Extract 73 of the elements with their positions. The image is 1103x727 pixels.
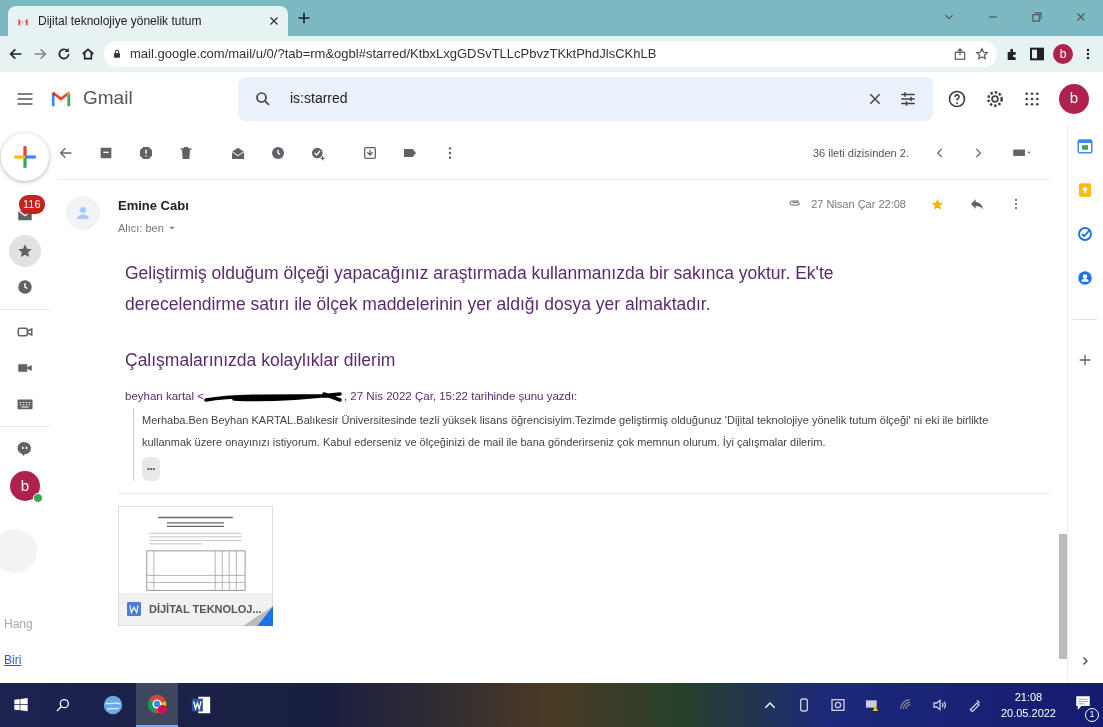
body-paragraph: Geliştirmiş olduğum ölçeği yapacağınız araştırmada kullanmanızda bir sakınca yoktur. Ek'te derecelendirme satırı ile ölçek maddelerinin yer aldığı dosya yer almaktadır. bbox=[125, 262, 835, 316]
archive-icon[interactable] bbox=[98, 145, 114, 161]
notification-count: 1 bbox=[1085, 707, 1099, 722]
body-paragraph: Çalışmalarınızda kolaylıklar dilerim bbox=[125, 349, 397, 372]
quoted-text: Merhaba.Ben Beyhan KARTAL.Balıkesir Üniversitesinde tezli yüksek lisans öğrencisiyim.Tezimde geliştirmiş olduğunuz 'Dijital teknolojiye yönelik tutum ölçeği' ni eki ile birlikte kullanmak üzere onayınızı istiyorum. Kabul ederseniz ve ölçeğinizi de mail ile bana gönderirseniz çok memnun olurum. İyi çalışmalar dilerim. bbox=[142, 413, 990, 451]
notification-button[interactable]: 1 bbox=[1072, 688, 1099, 722]
star-button[interactable] bbox=[9, 235, 41, 267]
home-icon[interactable] bbox=[80, 46, 96, 62]
url-text: mail.google.com/mail/u/0/?tab=rm&ogbl#starred/KtbxLxgGDSvTLLcPbvzTKktPhdJlsCKhLB bbox=[130, 45, 658, 64]
forward-arrow-icon[interactable] bbox=[32, 46, 48, 62]
recipient-text: Alıcı: ben bbox=[118, 220, 164, 236]
sender-name: Emine Cabı bbox=[118, 197, 189, 215]
new-tab-icon[interactable] bbox=[296, 10, 312, 26]
word-doc-icon bbox=[127, 602, 141, 617]
search-icon bbox=[55, 697, 71, 713]
star-icon bbox=[16, 242, 34, 260]
search-input[interactable]: is:starred bbox=[288, 87, 851, 110]
account-avatar[interactable]: b bbox=[1059, 83, 1089, 114]
report-icon[interactable] bbox=[138, 145, 154, 161]
hangouts-text: Hang bbox=[4, 616, 33, 633]
globe-icon bbox=[102, 694, 124, 716]
clock-time[interactable]: 21:08 bbox=[1014, 689, 1043, 705]
move-to-icon[interactable] bbox=[362, 145, 378, 161]
unread-count: 116 bbox=[19, 195, 45, 214]
chrome-icon bbox=[146, 693, 168, 715]
task-check-icon[interactable] bbox=[1076, 225, 1095, 243]
monitor-warning-icon[interactable] bbox=[863, 697, 880, 713]
profile-avatar[interactable]: b bbox=[1053, 44, 1073, 64]
date-text: 27 Nisan Çar 22:08 bbox=[811, 197, 906, 212]
side-panel-icon[interactable] bbox=[1029, 46, 1045, 62]
compose-button[interactable] bbox=[1, 133, 49, 181]
share-icon[interactable] bbox=[953, 47, 967, 61]
search-icon[interactable] bbox=[254, 89, 272, 108]
help-icon[interactable] bbox=[947, 88, 967, 109]
back-arrow-icon[interactable] bbox=[8, 46, 24, 62]
tab-title: Dijital teknolojiye yönelik tutum bbox=[38, 13, 203, 30]
app-name[interactable]: Gmail bbox=[83, 84, 238, 113]
hangouts-link[interactable]: Biri bbox=[4, 651, 22, 669]
chat-avatar[interactable]: b bbox=[10, 471, 40, 501]
close-icon[interactable] bbox=[268, 15, 280, 27]
quote-header: beyhan kartal < bbox=[125, 389, 204, 404]
reload-icon[interactable] bbox=[56, 46, 72, 62]
attachment-card[interactable]: DİJİTAL TEKNOLOJ... bbox=[118, 506, 273, 627]
address-field[interactable]: mail.google.com/mail/u/0/?tab=rm&ogbl#starred/KtbxLxgGDSvTLLcPbvzTKktPhdJlsCKhLB bbox=[104, 41, 997, 67]
windows-logo-icon bbox=[13, 697, 29, 713]
person-icon bbox=[74, 204, 92, 222]
calendar-icon[interactable] bbox=[1076, 137, 1095, 155]
clock-icon bbox=[16, 278, 34, 296]
restore-icon[interactable] bbox=[1030, 10, 1044, 24]
scrollbar[interactable] bbox=[1058, 534, 1067, 659]
speaker-icon[interactable] bbox=[931, 697, 948, 713]
quote-bubble-icon bbox=[16, 440, 34, 458]
plus-icon bbox=[12, 144, 38, 170]
envelope-open-icon[interactable] bbox=[230, 145, 246, 161]
star-icon[interactable] bbox=[929, 196, 945, 212]
add-check-icon[interactable] bbox=[310, 145, 326, 161]
trash-icon[interactable] bbox=[178, 145, 194, 161]
browser-tab[interactable]: Dijital teknolojiye yönelik tutum bbox=[8, 6, 288, 36]
star-outline-icon[interactable] bbox=[975, 47, 989, 61]
quote-header: , 27 Nis 2022 Çar, 15:22 tarihinde şunu yazdı: bbox=[343, 389, 578, 404]
word-doc-icon bbox=[190, 694, 212, 716]
pagination-text: 36 ileti dizisinden 2. bbox=[812, 145, 909, 161]
clock-icon[interactable] bbox=[270, 145, 286, 161]
lock-icon bbox=[112, 48, 122, 60]
show-trimmed-button[interactable]: ••• bbox=[142, 457, 161, 482]
search-bar[interactable]: is:starred bbox=[238, 76, 933, 121]
attachment-name: DİJİTAL TEKNOLOJ... bbox=[149, 602, 262, 617]
contact-person-icon[interactable] bbox=[1076, 269, 1095, 287]
filter-sliders-icon[interactable] bbox=[899, 89, 917, 108]
clock-date[interactable]: 20.05.2022 bbox=[1000, 705, 1056, 721]
settings-icon[interactable] bbox=[985, 88, 1005, 109]
screen-capture-icon[interactable] bbox=[829, 697, 846, 713]
apps-grid-icon[interactable] bbox=[1023, 89, 1041, 108]
